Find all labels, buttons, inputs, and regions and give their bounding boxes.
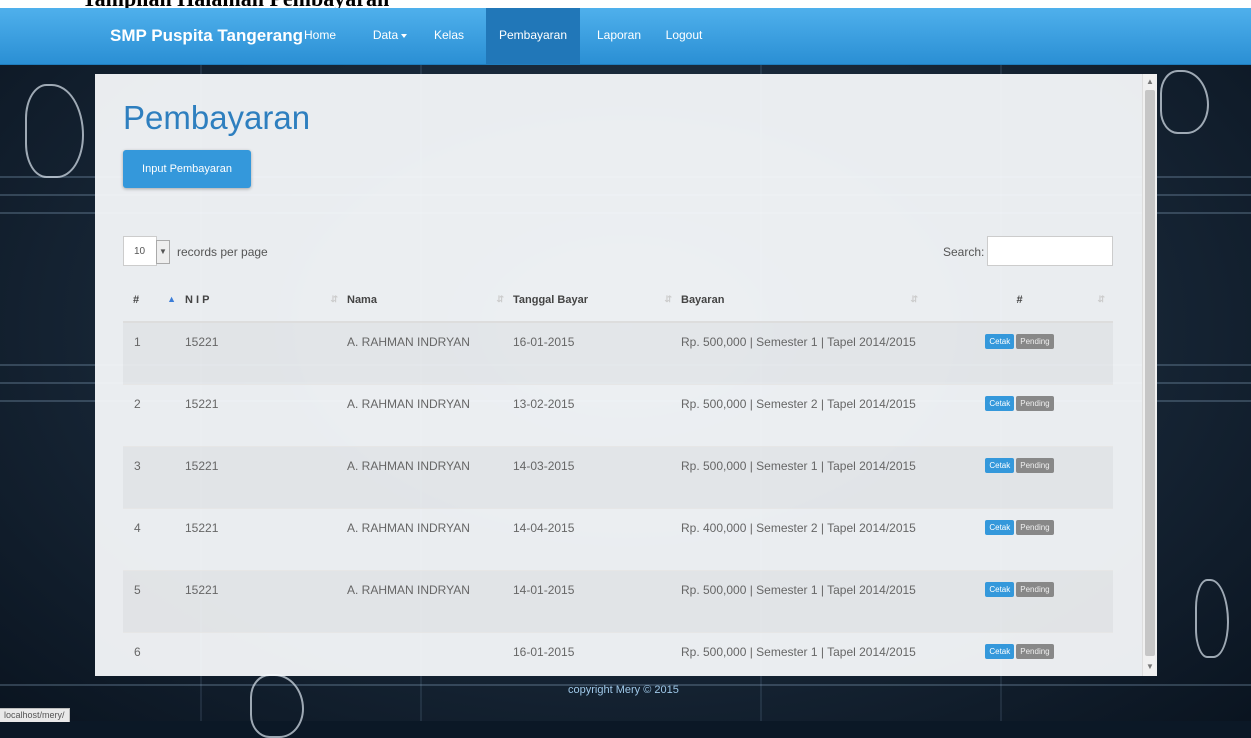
pending-button[interactable]: Pending <box>1016 519 1054 535</box>
col-header-tanggal[interactable]: Tanggal Bayar ⇵ <box>512 279 680 323</box>
browser-top-strip: Tampilan Halaman Pembayaran <box>0 0 1251 8</box>
sort-icon: ⇵ <box>496 294 504 304</box>
table-row: 5 15221 A. RAHMAN INDRYAN 14-01-2015 Rp.… <box>123 569 1113 632</box>
search-input[interactable] <box>987 236 1113 266</box>
cetak-button[interactable]: Cetak <box>985 581 1015 597</box>
cetak-button[interactable]: Cetak <box>985 334 1015 349</box>
nav-logout[interactable]: Logout <box>660 8 708 64</box>
col-header-number[interactable]: # ▲ <box>123 279 184 323</box>
table-row: 1 15221 A. RAHMAN INDRYAN 16-01-2015 Rp.… <box>123 321 1113 384</box>
pending-button[interactable]: Pending <box>1016 395 1054 411</box>
content-panel: Pembayaran Input Pembayaran 10 ▼ records… <box>95 74 1142 676</box>
table-row: 6 16-01-2015 Rp. 500,000 | Semester 1 | … <box>123 631 1113 676</box>
sort-icon: ⇵ <box>910 294 918 304</box>
nav-laporan[interactable]: Laporan <box>592 8 646 64</box>
col-header-bayaran[interactable]: Bayaran ⇵ <box>680 279 926 323</box>
sort-icon: ⇵ <box>1097 294 1105 304</box>
search-label: Search: <box>943 245 985 259</box>
input-pembayaran-button[interactable]: Input Pembayaran <box>123 150 251 188</box>
table-header-row: # ▲ N I P ⇵ Nama ⇵ Tanggal Bayar ⇵ Bayaran ⇵ … <box>123 279 1113 323</box>
cropped-heading-text: Tampilan Halaman Pembayaran <box>82 0 389 8</box>
records-per-page-value: 10 <box>134 246 146 257</box>
table-row: 3 15221 A. RAHMAN INDRYAN 14-03-2015 Rp.… <box>123 445 1113 508</box>
pending-button[interactable]: Pending <box>1016 334 1054 349</box>
nav-data-label: Data <box>372 28 399 42</box>
status-bar-url: localhost/mery/ <box>0 708 70 722</box>
pending-button[interactable]: Pending <box>1016 457 1054 473</box>
col-header-nip[interactable]: N I P ⇵ <box>184 279 346 323</box>
chevron-down-icon[interactable]: ▼ <box>156 240 170 264</box>
footer-copyright: copyright Mery © 2015 <box>568 684 679 696</box>
sort-icon: ⇵ <box>664 294 672 304</box>
table-row: 2 15221 A. RAHMAN INDRYAN 13-02-2015 Rp.… <box>123 383 1113 446</box>
pending-button[interactable]: Pending <box>1016 643 1054 659</box>
scrollbar-thumb[interactable] <box>1145 90 1155 656</box>
records-per-page-select[interactable]: 10 ▼ <box>123 236 170 266</box>
cetak-button[interactable]: Cetak <box>985 395 1015 411</box>
cetak-button[interactable]: Cetak <box>985 643 1015 659</box>
brand-link[interactable]: SMP Puspita Tangerang <box>110 26 303 46</box>
chevron-down-icon <box>401 33 408 38</box>
nav-pembayaran[interactable]: Pembayaran <box>486 8 580 64</box>
col-header-nama[interactable]: Nama ⇵ <box>346 279 512 323</box>
cetak-button[interactable]: Cetak <box>985 457 1015 473</box>
cetak-button[interactable]: Cetak <box>985 519 1015 535</box>
top-navbar: SMP Puspita Tangerang Home Data Kelas Pe… <box>0 8 1251 65</box>
sort-icon: ⇵ <box>330 294 338 304</box>
col-header-actions[interactable]: # ⇵ <box>926 279 1113 323</box>
scroll-up-icon[interactable]: ▲ <box>1146 77 1154 86</box>
table-row: 4 15221 A. RAHMAN INDRYAN 14-04-2015 Rp.… <box>123 507 1113 570</box>
payments-table: # ▲ N I P ⇵ Nama ⇵ Tanggal Bayar ⇵ Bayaran ⇵ … <box>123 279 1113 676</box>
pending-button[interactable]: Pending <box>1016 581 1054 597</box>
records-per-page-label: records per page <box>177 245 268 259</box>
scroll-down-icon[interactable]: ▼ <box>1146 662 1154 671</box>
sort-asc-icon: ▲ <box>167 294 176 304</box>
nav-kelas[interactable]: Kelas <box>432 8 466 64</box>
page-title: Pembayaran <box>123 99 311 136</box>
nav-home[interactable]: Home <box>300 8 340 64</box>
panel-scrollbar[interactable]: ▲ ▼ <box>1142 74 1157 676</box>
nav-data[interactable]: Data <box>362 8 418 64</box>
